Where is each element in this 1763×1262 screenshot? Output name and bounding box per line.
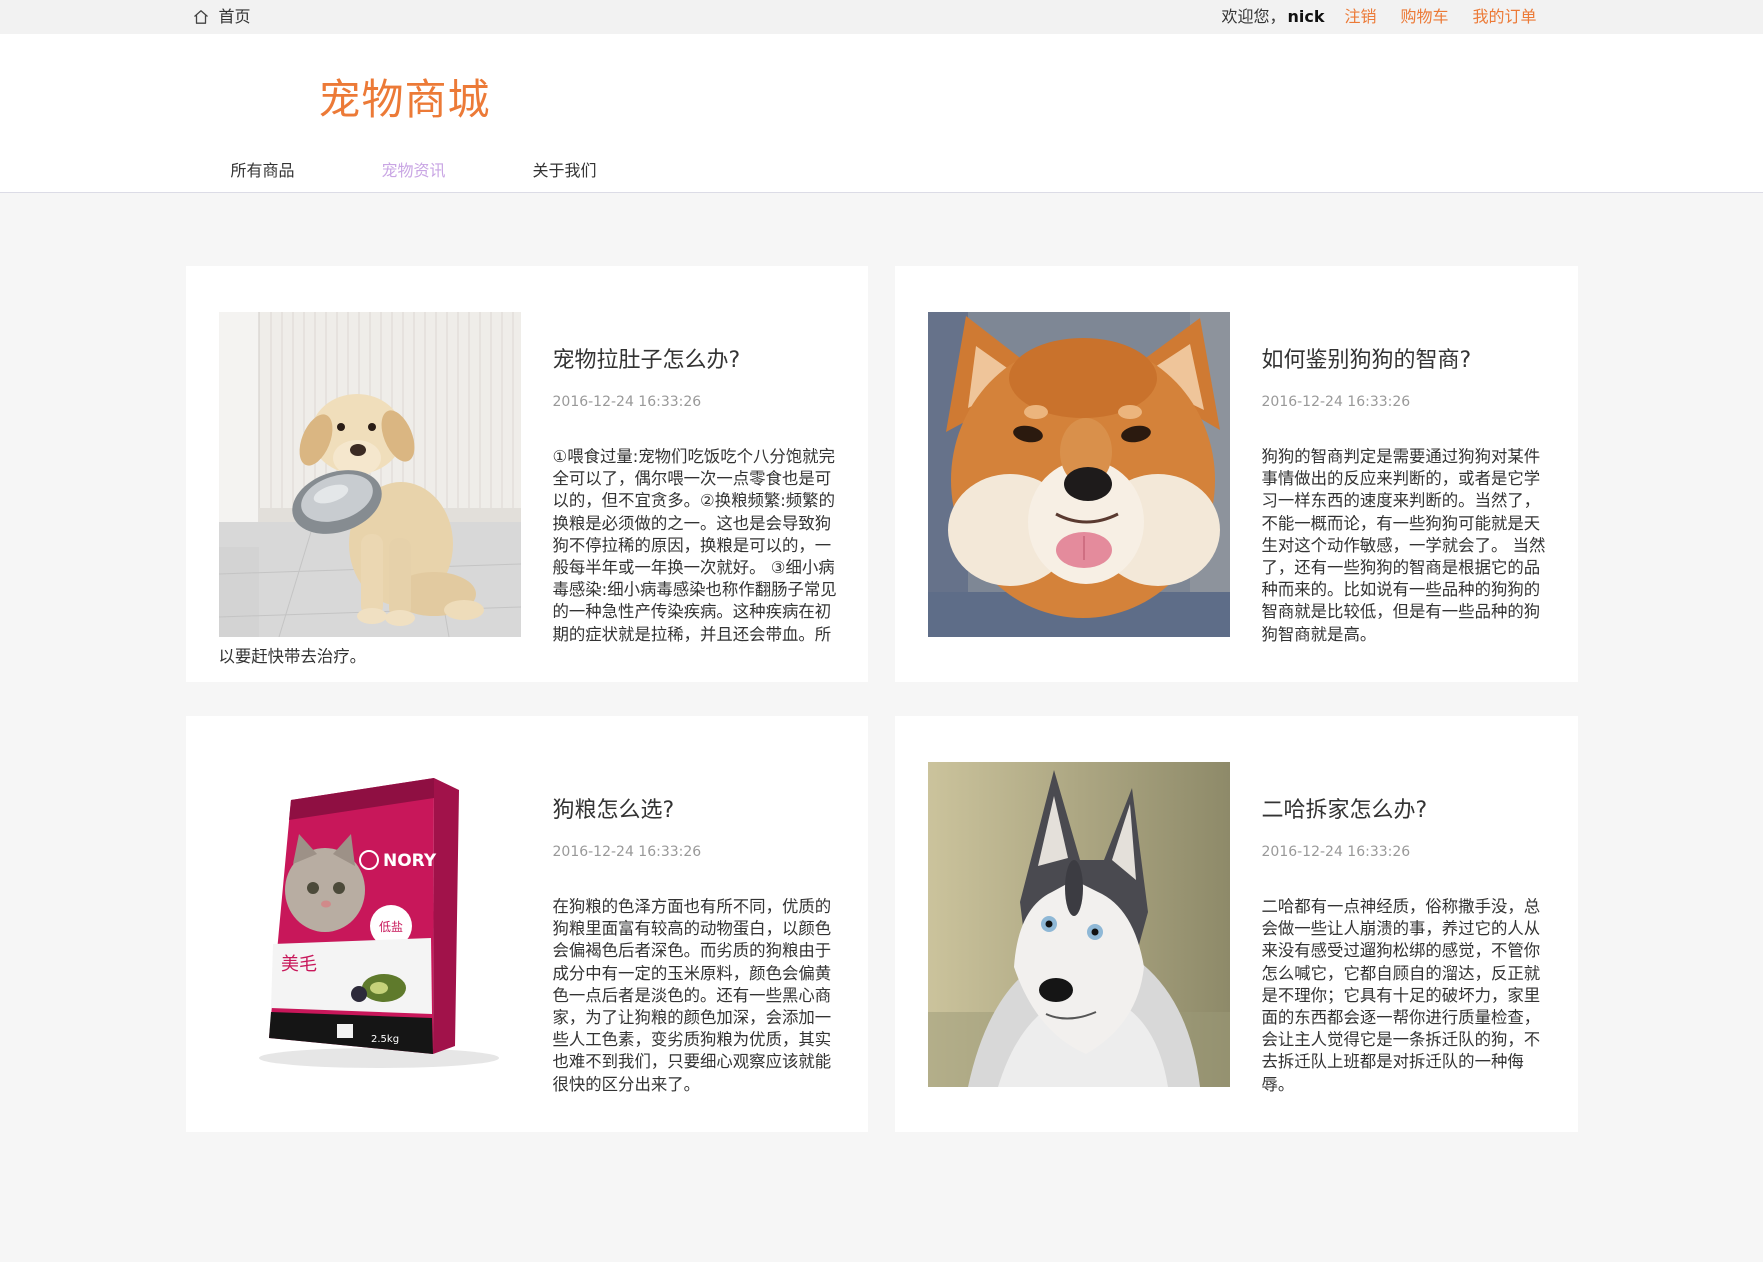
cart-link[interactable]: 购物车 bbox=[1400, 0, 1448, 34]
top-bar: 首页 欢迎您， nick 注销 购物车 我的订单 bbox=[0, 0, 1763, 34]
article-card: NORY 低盐 美毛 2.5kg 狗粮怎么选? 2016-12-24 16:33… bbox=[185, 716, 868, 1132]
welcome-text: 欢迎您， bbox=[1221, 7, 1286, 26]
article-image[interactable] bbox=[927, 762, 1230, 1087]
dog-food-bag: NORY 低盐 美毛 2.5kg bbox=[268, 778, 459, 1054]
username: nick bbox=[1287, 7, 1325, 26]
site-header: 宠物商城 所有商品 宠物资讯 关于我们 bbox=[0, 34, 1763, 193]
logout-link[interactable]: 注销 bbox=[1344, 0, 1376, 34]
shiba-dog bbox=[945, 316, 1220, 618]
nav-item-pet-news[interactable]: 宠物资讯 bbox=[382, 161, 446, 181]
site-logo: 宠物商城 bbox=[318, 75, 491, 124]
main-nav: 所有商品 宠物资讯 关于我们 bbox=[231, 161, 684, 181]
article-card: 如何鉴别狗狗的智商? 2016-12-24 16:33:26 狗狗的智商判定是需… bbox=[894, 266, 1578, 682]
site-header-inner: 宠物商城 所有商品 宠物资讯 关于我们 bbox=[186, 34, 1578, 192]
article-image[interactable]: NORY 低盐 美毛 2.5kg bbox=[218, 762, 521, 1087]
home-icon bbox=[193, 10, 208, 24]
bag-label-text: 美毛 bbox=[281, 954, 317, 975]
home-link[interactable]: 首页 bbox=[193, 0, 251, 34]
bag-weight-text: 2.5kg bbox=[371, 1034, 399, 1045]
bag-brand-text: NORY bbox=[383, 851, 437, 871]
article-card: 二哈拆家怎么办? 2016-12-24 16:33:26 二哈都有一点神经质，俗… bbox=[894, 716, 1578, 1132]
article-image[interactable] bbox=[218, 312, 521, 637]
article-card: 宠物拉肚子怎么办? 2016-12-24 16:33:26 ①喂食过量:宠物们吃… bbox=[185, 266, 868, 682]
article-grid: 宠物拉肚子怎么办? 2016-12-24 16:33:26 ①喂食过量:宠物们吃… bbox=[185, 266, 1578, 1132]
user-area: 欢迎您， nick 注销 购物车 我的订单 bbox=[1221, 0, 1536, 34]
nav-item-about-us[interactable]: 关于我们 bbox=[533, 161, 597, 181]
article-image[interactable] bbox=[927, 312, 1230, 637]
nav-item-all-products[interactable]: 所有商品 bbox=[231, 161, 295, 181]
my-orders-link[interactable]: 我的订单 bbox=[1472, 0, 1536, 34]
top-bar-inner: 首页 欢迎您， nick 注销 购物车 我的订单 bbox=[186, 0, 1578, 34]
home-label[interactable]: 首页 bbox=[219, 0, 251, 34]
bag-badge-text: 低盐 bbox=[379, 920, 403, 934]
